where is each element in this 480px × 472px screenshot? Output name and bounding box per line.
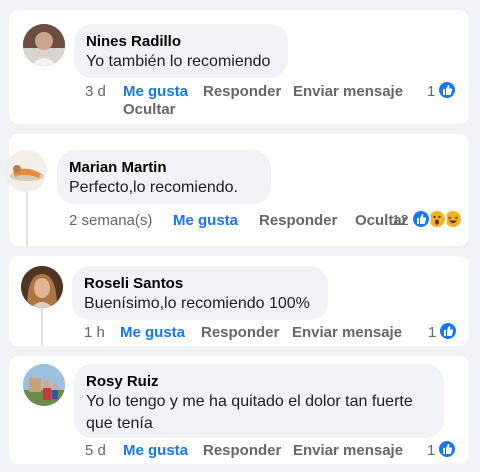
avatar[interactable] bbox=[23, 24, 65, 66]
comment-time[interactable]: 5 d bbox=[85, 442, 106, 459]
hide-button[interactable]: Ocultar bbox=[123, 101, 176, 118]
reply-button[interactable]: Responder bbox=[203, 83, 281, 100]
like-icon bbox=[437, 439, 457, 459]
comment-card: Nines Radillo Yo también lo recomiendo 3… bbox=[9, 10, 469, 124]
like-icon bbox=[438, 321, 458, 341]
avatar[interactable] bbox=[21, 266, 63, 308]
comment-author[interactable]: Rosy Ruiz bbox=[86, 373, 159, 390]
comment-bubble: Marian Martin Perfecto,lo recomiendo. bbox=[57, 150, 271, 204]
send-message-button[interactable]: Enviar mensaje bbox=[293, 442, 403, 459]
like-icon bbox=[411, 209, 431, 229]
reaction-count[interactable]: 1 bbox=[427, 442, 435, 459]
comment-text-line: que tenía bbox=[86, 415, 153, 432]
comment-author[interactable]: Marian Martin bbox=[69, 159, 167, 176]
comment-bubble: Nines Radillo Yo también lo recomiendo bbox=[74, 24, 288, 78]
like-button[interactable]: Me gusta bbox=[123, 442, 188, 459]
comment-card: Rosy Ruiz Yo lo tengo y me ha quitado el… bbox=[9, 356, 469, 464]
comment-time[interactable]: 2 semana(s) bbox=[69, 212, 152, 229]
comment-text-line: Yo lo tengo y me ha quitado el dolor tan… bbox=[86, 393, 413, 410]
comment-text: Yo también lo recomiendo bbox=[86, 53, 271, 70]
comment-author[interactable]: Roseli Santos bbox=[84, 275, 183, 292]
avatar[interactable] bbox=[23, 364, 65, 406]
send-message-button[interactable]: Enviar mensaje bbox=[293, 83, 403, 100]
send-message-button[interactable]: Enviar mensaje bbox=[292, 324, 402, 341]
like-button[interactable]: Me gusta bbox=[123, 83, 188, 100]
reaction-count[interactable]: 1 bbox=[427, 83, 435, 100]
comment-card: Marian Martin Perfecto,lo recomiendo. 2 … bbox=[5, 134, 469, 246]
comment-author[interactable]: Nines Radillo bbox=[86, 33, 181, 50]
comment-time[interactable]: 3 d bbox=[85, 83, 106, 100]
comment-bubble: Rosy Ruiz Yo lo tengo y me ha quitado el… bbox=[74, 364, 444, 438]
avatar[interactable] bbox=[5, 150, 47, 192]
reply-button[interactable]: Responder bbox=[201, 324, 279, 341]
reaction-count[interactable]: 12 bbox=[392, 212, 409, 229]
comment-text: Perfecto,lo recomiendo. bbox=[69, 179, 238, 196]
reply-button[interactable]: Responder bbox=[203, 442, 281, 459]
comment-card: Roseli Santos Buenísimo,lo recomiendo 10… bbox=[9, 256, 469, 346]
reply-button[interactable]: Responder bbox=[259, 212, 337, 229]
like-icon bbox=[437, 80, 457, 100]
comment-bubble: Roseli Santos Buenísimo,lo recomiendo 10… bbox=[72, 266, 328, 320]
thread-line bbox=[26, 190, 28, 246]
comment-time[interactable]: 1 h bbox=[84, 324, 105, 341]
thread-line bbox=[41, 308, 43, 346]
reaction-count[interactable]: 1 bbox=[428, 324, 436, 341]
comment-text: Buenísimo,lo recomiendo 100% bbox=[84, 295, 310, 312]
like-button[interactable]: Me gusta bbox=[173, 212, 238, 229]
like-button[interactable]: Me gusta bbox=[120, 324, 185, 341]
